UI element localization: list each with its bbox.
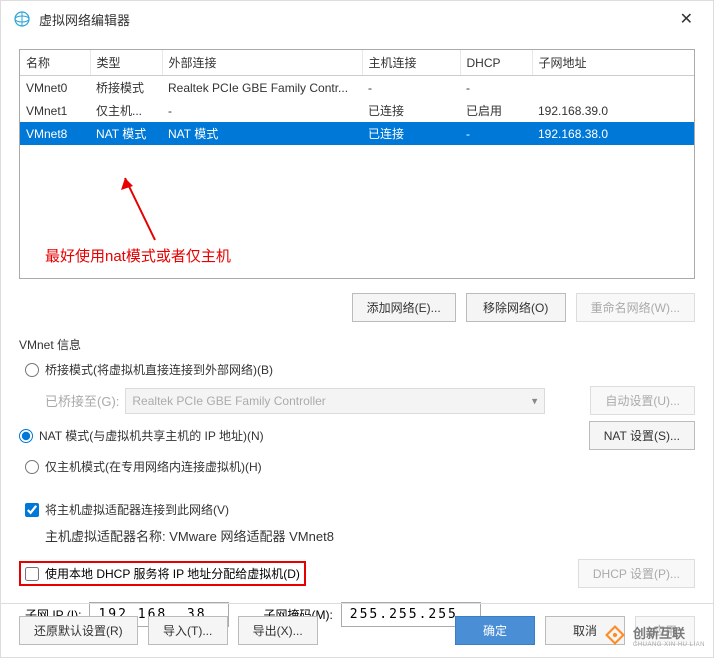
table-row[interactable]: VMnet1 仅主机... - 已连接 已启用 192.168.39.0	[20, 99, 694, 122]
table-header-row: 名称 类型 外部连接 主机连接 DHCP 子网地址	[20, 50, 694, 76]
apply-button: 应用	[635, 616, 695, 645]
connect-host-label: 将主机虚拟适配器连接到此网络(V)	[45, 501, 229, 518]
table-row[interactable]: VMnet0 桥接模式 Realtek PCIe GBE Family Cont…	[20, 76, 694, 100]
cell-name: VMnet1	[20, 99, 90, 122]
cell-subnet: 192.168.39.0	[532, 99, 694, 122]
bridge-radio[interactable]	[25, 363, 39, 377]
window-title: 虚拟网络编辑器	[39, 10, 672, 29]
dhcp-local-label: 使用本地 DHCP 服务将 IP 地址分配给虚拟机(D)	[45, 565, 300, 582]
cell-host: -	[362, 76, 460, 100]
col-type[interactable]: 类型	[90, 50, 162, 76]
bottom-bar: 还原默认设置(R) 导入(T)... 导出(X)... 确定 取消 应用	[1, 603, 713, 657]
cell-dhcp: -	[460, 76, 532, 100]
import-button[interactable]: 导入(T)...	[148, 616, 228, 645]
hostonly-radio-row[interactable]: 仅主机模式(在专用网络内连接虚拟机)(H)	[25, 458, 695, 475]
cell-ext: -	[162, 99, 362, 122]
col-host[interactable]: 主机连接	[362, 50, 460, 76]
cell-ext: Realtek PCIe GBE Family Contr...	[162, 76, 362, 100]
connect-host-checkbox[interactable]	[25, 503, 39, 517]
cell-type: NAT 模式	[90, 122, 162, 145]
auto-settings-button: 自动设置(U)...	[590, 386, 695, 415]
bridge-label: 桥接模式(将虚拟机直接连接到外部网络)(B)	[45, 361, 273, 378]
cell-host: 已连接	[362, 99, 460, 122]
dhcp-highlight-box: 使用本地 DHCP 服务将 IP 地址分配给虚拟机(D)	[19, 561, 306, 586]
cell-subnet	[532, 76, 694, 100]
network-table: 名称 类型 外部连接 主机连接 DHCP 子网地址 VMnet0 桥接模式 Re…	[19, 49, 695, 279]
close-button[interactable]: ✕	[672, 9, 701, 29]
cell-dhcp: -	[460, 122, 532, 145]
ok-button[interactable]: 确定	[455, 616, 535, 645]
cell-name: VMnet8	[20, 122, 90, 145]
dhcp-settings-button: DHCP 设置(P)...	[578, 559, 695, 588]
export-button[interactable]: 导出(X)...	[238, 616, 318, 645]
cell-name: VMnet0	[20, 76, 90, 100]
adapter-name-label: 主机虚拟适配器名称: VMware 网络适配器 VMnet8	[45, 526, 695, 545]
rename-network-button: 重命名网络(W)...	[576, 293, 695, 322]
hostonly-label: 仅主机模式(在专用网络内连接虚拟机)(H)	[45, 458, 262, 475]
add-network-button[interactable]: 添加网络(E)...	[352, 293, 456, 322]
restore-defaults-button[interactable]: 还原默认设置(R)	[19, 616, 138, 645]
col-ext[interactable]: 外部连接	[162, 50, 362, 76]
cancel-button[interactable]: 取消	[545, 616, 625, 645]
dhcp-local-checkbox[interactable]	[25, 567, 39, 581]
bridge-adapter-select-wrap: Realtek PCIe GBE Family Controller	[125, 388, 545, 414]
connect-host-row[interactable]: 将主机虚拟适配器连接到此网络(V)	[25, 501, 695, 518]
col-dhcp[interactable]: DHCP	[460, 50, 532, 76]
nat-radio-row[interactable]: NAT 模式(与虚拟机共享主机的 IP 地址)(N)	[19, 427, 264, 444]
cell-ext: NAT 模式	[162, 122, 362, 145]
cell-type: 仅主机...	[90, 99, 162, 122]
nat-radio[interactable]	[19, 429, 33, 443]
annotation-arrow	[115, 170, 175, 250]
bridge-radio-row[interactable]: 桥接模式(将虚拟机直接连接到外部网络)(B)	[25, 361, 695, 378]
annotation-text: 最好使用nat模式或者仅主机	[45, 245, 231, 266]
table-row-selected[interactable]: VMnet8 NAT 模式 NAT 模式 已连接 - 192.168.38.0	[20, 122, 694, 145]
vmnet-info-label: VMnet 信息	[19, 336, 695, 353]
nat-settings-button[interactable]: NAT 设置(S)...	[589, 421, 695, 450]
cell-dhcp: 已启用	[460, 99, 532, 122]
bridge-to-label: 已桥接至(G):	[45, 391, 119, 410]
cell-subnet: 192.168.38.0	[532, 122, 694, 145]
remove-network-button[interactable]: 移除网络(O)	[466, 293, 566, 322]
hostonly-radio[interactable]	[25, 460, 39, 474]
app-icon	[13, 10, 31, 28]
nat-label: NAT 模式(与虚拟机共享主机的 IP 地址)(N)	[39, 427, 264, 444]
cell-host: 已连接	[362, 122, 460, 145]
bridge-adapter-select: Realtek PCIe GBE Family Controller	[125, 388, 545, 414]
col-subnet[interactable]: 子网地址	[532, 50, 694, 76]
cell-type: 桥接模式	[90, 76, 162, 100]
col-name[interactable]: 名称	[20, 50, 90, 76]
titlebar: 虚拟网络编辑器 ✕	[1, 1, 713, 37]
